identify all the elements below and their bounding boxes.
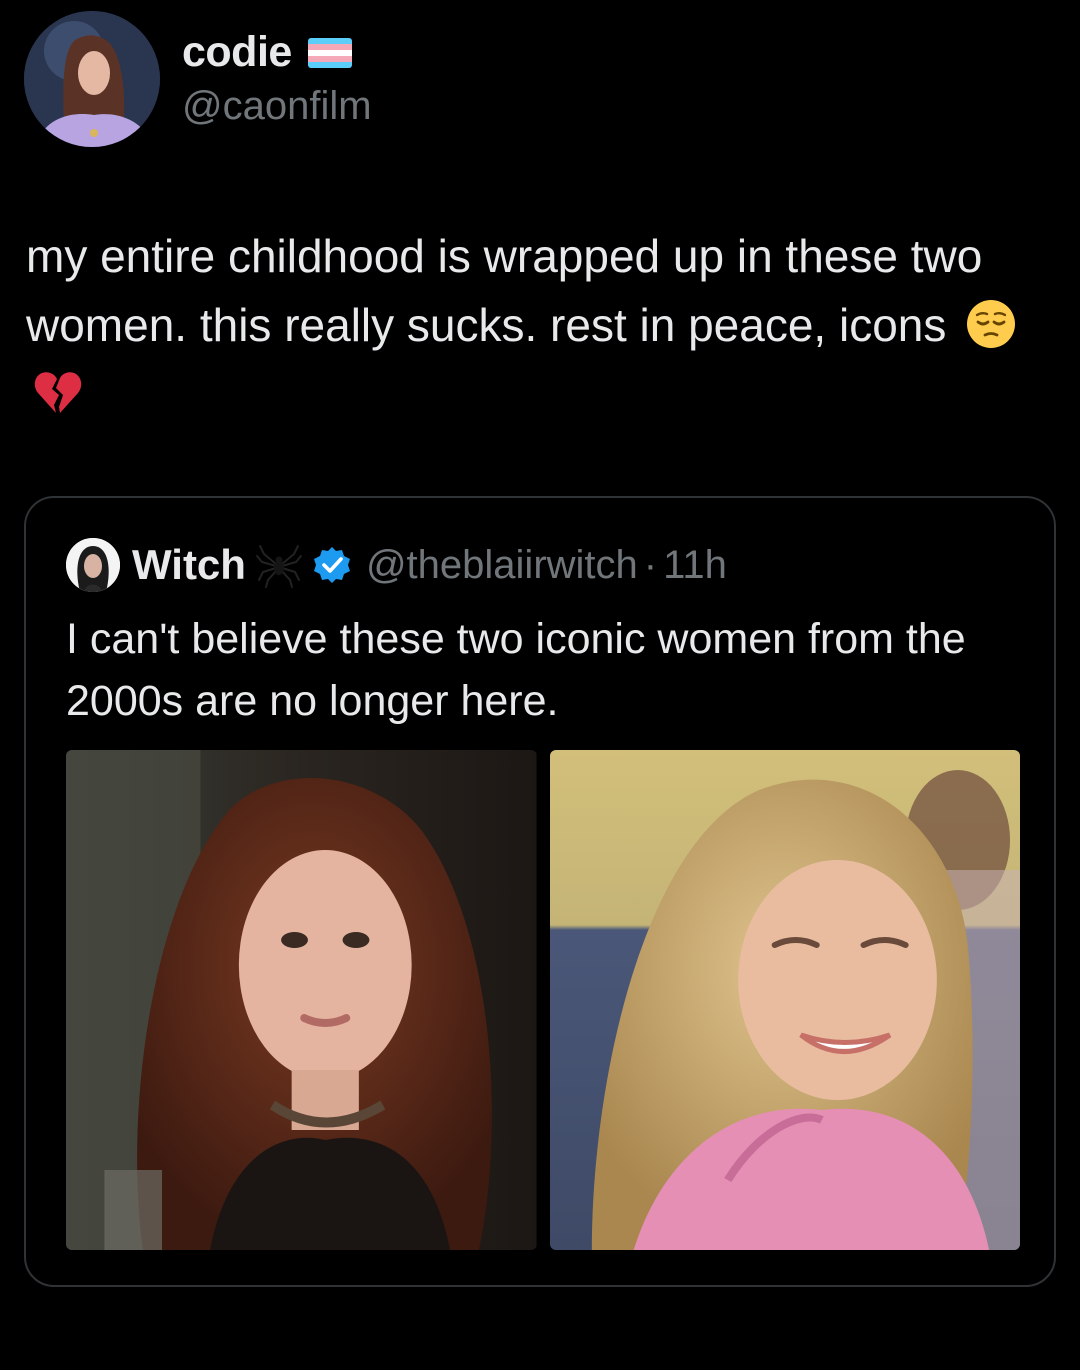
photo-woman-blonde-pink-hoodie[interactable] [549,750,1020,1250]
quoted-tweet-timestamp[interactable]: 11h [663,543,727,588]
author-name-row: codie [182,28,352,76]
quoted-tweet-media [66,750,1020,1250]
transgender-flag-icon [307,38,352,68]
quoted-tweet-header: Witch @theblaiirwitch · 11h [66,538,727,592]
quoted-tweet-text: I can't believe these two iconic women f… [66,615,966,725]
author-handle[interactable]: @caonfilm [182,84,372,129]
tweet-text-content: my entire childhood is wrapped up in the… [26,230,983,351]
broken-heart-icon [34,372,82,413]
spider-icon [255,545,302,588]
author-display-name[interactable]: codie [182,28,292,77]
tweet-text: my entire childhood is wrapped up in the… [26,222,1046,429]
photo-woman-dark-red-hair[interactable] [66,750,537,1250]
verified-badge-icon [313,547,350,583]
tweet-screenshot: codie @caonfilm my entire childhood is w… [0,0,1080,1370]
header-separator: · [643,542,658,587]
quoted-author-display-name[interactable]: Witch [132,541,246,589]
quoted-author-avatar[interactable] [66,538,120,592]
pensive-face-icon [967,299,1016,348]
quoted-tweet-card[interactable]: Witch @theblaiirwitch · 11h I can't beli… [24,496,1056,1287]
author-avatar[interactable] [24,11,160,147]
quoted-author-handle[interactable]: @theblaiirwitch [366,543,638,588]
